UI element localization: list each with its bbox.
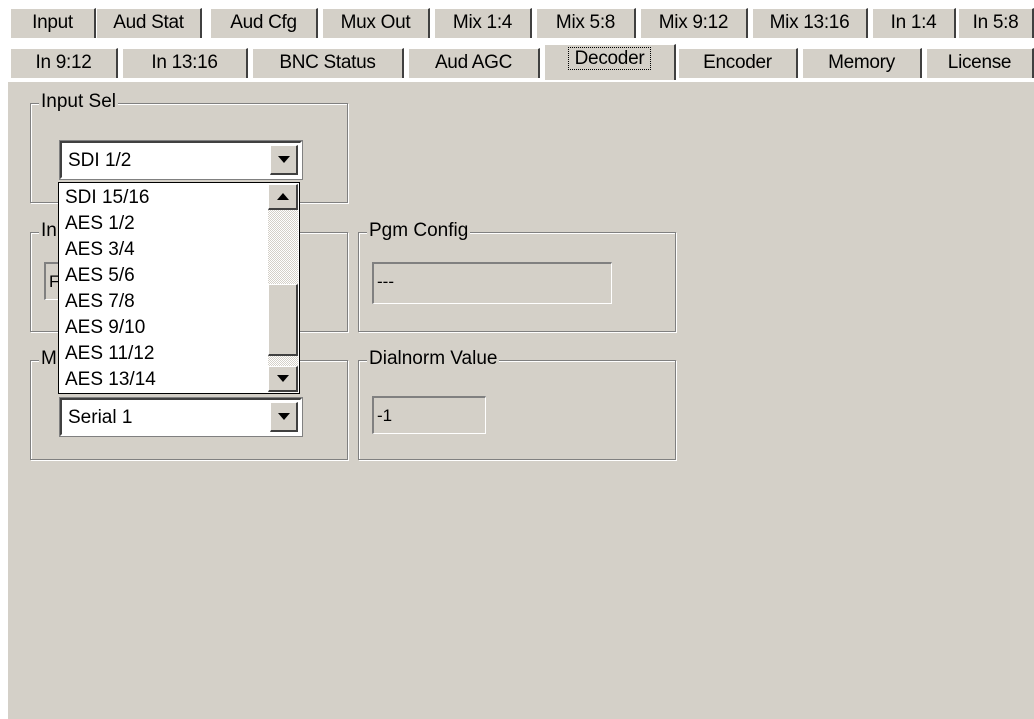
tab-in-9-12[interactable]: In 9:12 <box>10 48 118 78</box>
tab-label: In 5:8 <box>972 12 1019 33</box>
tab-label: Aud Stat <box>113 12 184 33</box>
scroll-thumb[interactable] <box>268 284 298 356</box>
tab-label: In 1:4 <box>890 12 937 33</box>
serial-combo[interactable]: Serial 1 <box>59 397 303 437</box>
serial-legend: M <box>39 348 59 370</box>
input-sel-dropdown-button[interactable] <box>270 145 298 175</box>
pgm-config-value: --- <box>377 272 394 291</box>
arrow-down-icon <box>276 375 289 382</box>
dialnorm-legend: Dialnorm Value <box>367 348 500 370</box>
tab-mix-13-16[interactable]: Mix 13:16 <box>752 8 868 38</box>
tab-label: Encoder <box>703 52 772 73</box>
input-sel-combo[interactable]: SDI 1/2 <box>59 140 303 180</box>
scroll-up-button[interactable] <box>268 184 298 210</box>
dropdown-scrollbar[interactable] <box>268 184 298 392</box>
input-sel-legend: Input Sel <box>39 91 118 113</box>
tab-label: Mix 1:4 <box>452 12 513 33</box>
dropdown-option[interactable]: AES 13/14 <box>65 367 156 393</box>
tab-license[interactable]: License <box>926 48 1034 78</box>
dropdown-option[interactable]: SDI 15/16 <box>65 185 150 211</box>
pgm-config-field: --- <box>372 262 612 304</box>
tab-mix-5-8[interactable]: Mix 5:8 <box>536 8 636 38</box>
tab-label: Mix 13:16 <box>769 12 850 33</box>
dialnorm-value: -1 <box>377 406 393 425</box>
tab-label: Aud Cfg <box>230 12 297 33</box>
tab-in-5-8[interactable]: In 5:8 <box>958 8 1034 38</box>
dropdown-option[interactable]: AES 7/8 <box>65 289 135 315</box>
dropdown-option[interactable]: AES 9/10 <box>65 315 145 341</box>
tab-label: Aud AGC <box>434 52 513 73</box>
tab-label: Input <box>32 12 73 33</box>
input-sel-dropdown-list[interactable]: SDI 15/16 AES 1/2 AES 3/4 AES 5/6 AES 7/8 AES… <box>58 182 300 394</box>
dropdown-option[interactable]: AES 11/12 <box>65 341 154 367</box>
tab-label: Mix 5:8 <box>555 12 616 33</box>
input-sel-value: SDI 1/2 <box>68 150 132 171</box>
tab-aud-agc[interactable]: Aud AGC <box>408 48 540 78</box>
tab-in-13-16[interactable]: In 13:16 <box>122 48 248 78</box>
tab-label: Decoder <box>567 47 652 70</box>
tab-input[interactable]: Input <box>10 8 96 38</box>
dropdown-option[interactable]: AES 3/4 <box>65 237 135 263</box>
tab-mix-1-4[interactable]: Mix 1:4 <box>434 8 532 38</box>
tab-memory[interactable]: Memory <box>802 48 922 78</box>
tab-mux-out[interactable]: Mux Out <box>322 8 430 38</box>
tab-label: BNC Status <box>279 52 376 73</box>
scroll-down-button[interactable] <box>268 366 298 392</box>
tab-label: In 13:16 <box>151 52 218 73</box>
tab-label: Mux Out <box>340 12 411 33</box>
tab-in-1-4[interactable]: In 1:4 <box>872 8 956 38</box>
tab-encoder[interactable]: Encoder <box>678 48 798 78</box>
dialnorm-field: -1 <box>372 396 486 434</box>
arrow-up-icon <box>276 193 289 200</box>
tab-label: Mix 9:12 <box>658 12 729 33</box>
tab-decoder[interactable]: Decoder <box>544 44 676 80</box>
tab-aud-stat[interactable]: Aud Stat <box>96 8 202 38</box>
tab-label: License <box>947 52 1012 73</box>
dropdown-option[interactable]: AES 1/2 <box>65 211 135 237</box>
tab-bnc-status[interactable]: BNC Status <box>252 48 404 78</box>
pgm-config-legend: Pgm Config <box>367 220 471 242</box>
tab-strip-baseline <box>8 79 1034 81</box>
tab-aud-cfg[interactable]: Aud Cfg <box>210 8 318 38</box>
serial-value: Serial 1 <box>68 407 133 428</box>
tab-label: Memory <box>828 52 895 73</box>
dropdown-option[interactable]: AES 5/6 <box>65 263 135 289</box>
serial-dropdown-button[interactable] <box>270 402 298 432</box>
chevron-down-icon <box>277 413 290 420</box>
tab-label: In 9:12 <box>35 52 92 73</box>
chevron-down-icon <box>277 156 290 163</box>
input-info-legend: In <box>39 220 59 242</box>
tab-mix-9-12[interactable]: Mix 9:12 <box>640 8 748 38</box>
